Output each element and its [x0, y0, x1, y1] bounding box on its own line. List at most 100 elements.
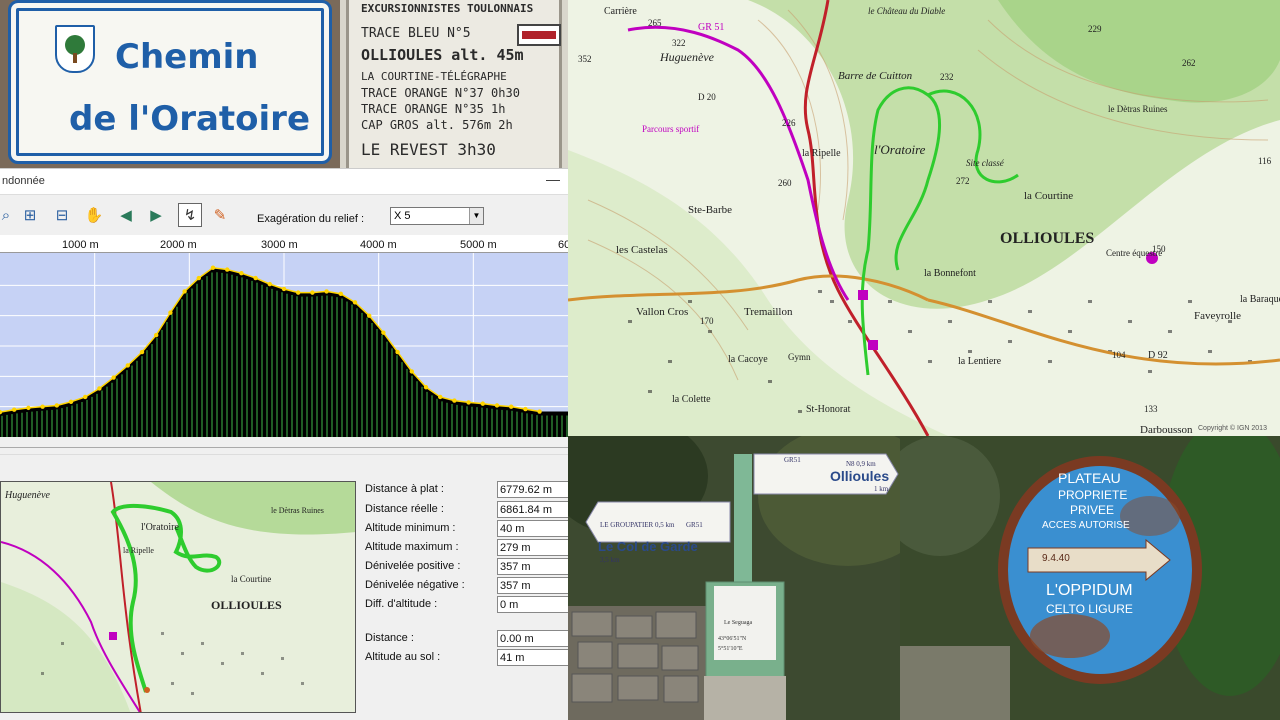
- window-titlebar: ndonnée —: [0, 169, 568, 195]
- map-label: l'Oratoire: [874, 142, 926, 157]
- ruler-tick: 2000 m: [160, 239, 197, 251]
- map-label: Barre de Cuitton: [838, 70, 913, 82]
- signpost-photo: GR51 N8 0,9 km Ollioules 1 km LE GROUPAT…: [568, 436, 900, 720]
- ruler-tick: 3000 m: [261, 239, 298, 251]
- stat-row: Diff. d'altitude : 0 m: [365, 596, 568, 614]
- profile-point: [509, 404, 514, 409]
- street-sign-photo: Chemin de l'Oratoire: [0, 0, 340, 168]
- profile-point: [494, 403, 500, 408]
- map-label: Carrière: [604, 6, 637, 17]
- town-crest-icon: [55, 25, 95, 73]
- stat-label: Altitude maximum :: [365, 541, 459, 553]
- rusty-sign-line6: CELTO LIGURE: [1046, 602, 1133, 616]
- rusty-sign-line5: L'OPPIDUM: [1046, 582, 1133, 599]
- map-label: la Courtine: [1024, 190, 1074, 202]
- photo-collage: Chemin de l'Oratoire EXCURSIONNISTES TOU…: [0, 0, 1280, 720]
- panel-splitter[interactable]: [0, 447, 568, 455]
- profile-point: [182, 289, 187, 294]
- zoom-region-icon[interactable]: ⊞: [18, 203, 42, 227]
- arrow-right-icon[interactable]: ▶: [144, 203, 168, 227]
- trail-board-photo: EXCURSIONNISTES TOULONNAIS TRACE BLEU N°…: [340, 0, 568, 168]
- elevation-profile-chart[interactable]: [0, 253, 568, 437]
- cursor-value: 0.00 m: [497, 630, 568, 647]
- trail-marker-icon: [517, 24, 561, 46]
- map-label: le Château du Diable: [868, 6, 946, 16]
- trail-board-line: CAP GROS alt. 576m 2h: [361, 118, 513, 132]
- pan-hand-icon[interactable]: ✋: [82, 203, 106, 227]
- stat-value: 279 m: [497, 539, 568, 556]
- measure-icon[interactable]: ✎: [208, 203, 232, 227]
- profile-point: [352, 300, 358, 305]
- rusty-sign-arrow-text: 9.4.40: [1042, 553, 1070, 564]
- profile-point: [239, 271, 244, 276]
- minimap-label: OLLIOULES: [211, 598, 282, 612]
- profile-point: [196, 275, 201, 281]
- profile-point: [40, 404, 45, 409]
- profile-point: [338, 291, 343, 297]
- minimap-label: la Courtine: [231, 574, 272, 584]
- trail-board-line: TRACE ORANGE N°35 1h: [361, 102, 506, 116]
- profile-point: [423, 385, 429, 390]
- map-label: Vallon Cros: [636, 306, 689, 318]
- profile-point: [12, 407, 17, 412]
- profile-point: [125, 363, 130, 368]
- profile-point: [225, 267, 230, 272]
- plate-lon: 5°51'10"E: [718, 646, 743, 652]
- rusty-sign-line3: PRIVEE: [1070, 503, 1115, 517]
- left-sign-sub: LE GROUPATIER 0,5 km: [600, 521, 675, 529]
- route-minimap[interactable]: Huguenève l'Oratoire la Courtine OLLIOUL…: [0, 481, 356, 713]
- stat-label: Distance réelle :: [365, 503, 444, 515]
- exaggeration-select[interactable]: X 5 ▼: [390, 207, 484, 225]
- ruler-tick: 60: [558, 239, 568, 251]
- elevation-profile-svg: [0, 253, 568, 437]
- stat-value: 0 m: [497, 596, 568, 613]
- map-label: la Bonnefont: [924, 268, 976, 279]
- profile-point: [154, 332, 159, 338]
- stat-label: Diff. d'altitude :: [365, 598, 438, 610]
- ruler-tick: 5000 m: [460, 239, 497, 251]
- rusty-sign-line4: ACCES AUTORISE: [1042, 520, 1130, 531]
- map-label: Tremaillon: [744, 306, 793, 318]
- elevation-label: 265: [648, 18, 662, 28]
- stat-row: Altitude maximum : 279 m: [365, 539, 568, 557]
- profile-point: [367, 313, 372, 318]
- profile-toggle-icon[interactable]: ↯: [178, 203, 202, 227]
- arrow-left-icon[interactable]: ◀: [114, 203, 138, 227]
- chevron-down-icon[interactable]: ▼: [469, 208, 483, 224]
- rusty-sign-line1: PLATEAU: [1058, 470, 1121, 486]
- profile-point: [83, 394, 88, 400]
- topo-map-drawing: Copyright © IGN 2013: [568, 0, 1280, 436]
- profile-point: [281, 286, 287, 292]
- minimize-button[interactable]: —: [546, 171, 560, 187]
- street-sign-plate: Chemin de l'Oratoire: [8, 0, 332, 164]
- topo-map: Copyright © IGN 2013 Carrière Huguenève …: [568, 0, 1280, 436]
- elevation-label: 226: [782, 118, 796, 128]
- profile-point: [466, 400, 471, 405]
- elevation-label: 232: [940, 72, 954, 82]
- cursor-label: Distance :: [365, 632, 414, 644]
- street-sign-line2: de l'Oratoire: [69, 99, 311, 139]
- profile-point: [296, 290, 301, 295]
- left-sign-label: GR51: [686, 521, 703, 529]
- left-sign-main: Le Col de Garde: [598, 539, 698, 554]
- zoom-in-icon[interactable]: ⌕: [0, 203, 18, 227]
- map-label: Parcours sportif: [642, 124, 700, 134]
- profile-point: [381, 330, 386, 335]
- top-sign-main: Ollioules: [830, 468, 890, 484]
- trail-board-line: TRACE ORANGE N°37 0h30: [361, 86, 520, 100]
- ruler-tick: 1000 m: [62, 239, 99, 251]
- stat-row: Distance à plat : 6779.62 m: [365, 481, 568, 499]
- zoom-out-icon[interactable]: ⊟: [50, 203, 74, 227]
- profile-point: [253, 275, 258, 281]
- trail-board-line: LE REVEST 3h30: [361, 140, 496, 159]
- minimap-label: l'Oratoire: [141, 522, 179, 533]
- elevation-label: 352: [578, 54, 592, 64]
- profile-point: [210, 265, 216, 270]
- map-label: Darbousson: [1140, 424, 1193, 436]
- elevation-label: 229: [1088, 24, 1102, 34]
- minimap-label: la Ripelle: [123, 546, 154, 555]
- rusty-sign-line2: PROPRIETE: [1058, 488, 1128, 502]
- rusty-sign-photo: PLATEAU PROPRIETE PRIVEE ACCES AUTORISE …: [900, 436, 1280, 720]
- top-sign-label: GR51: [784, 456, 801, 464]
- elevation-label: 116: [1258, 156, 1272, 166]
